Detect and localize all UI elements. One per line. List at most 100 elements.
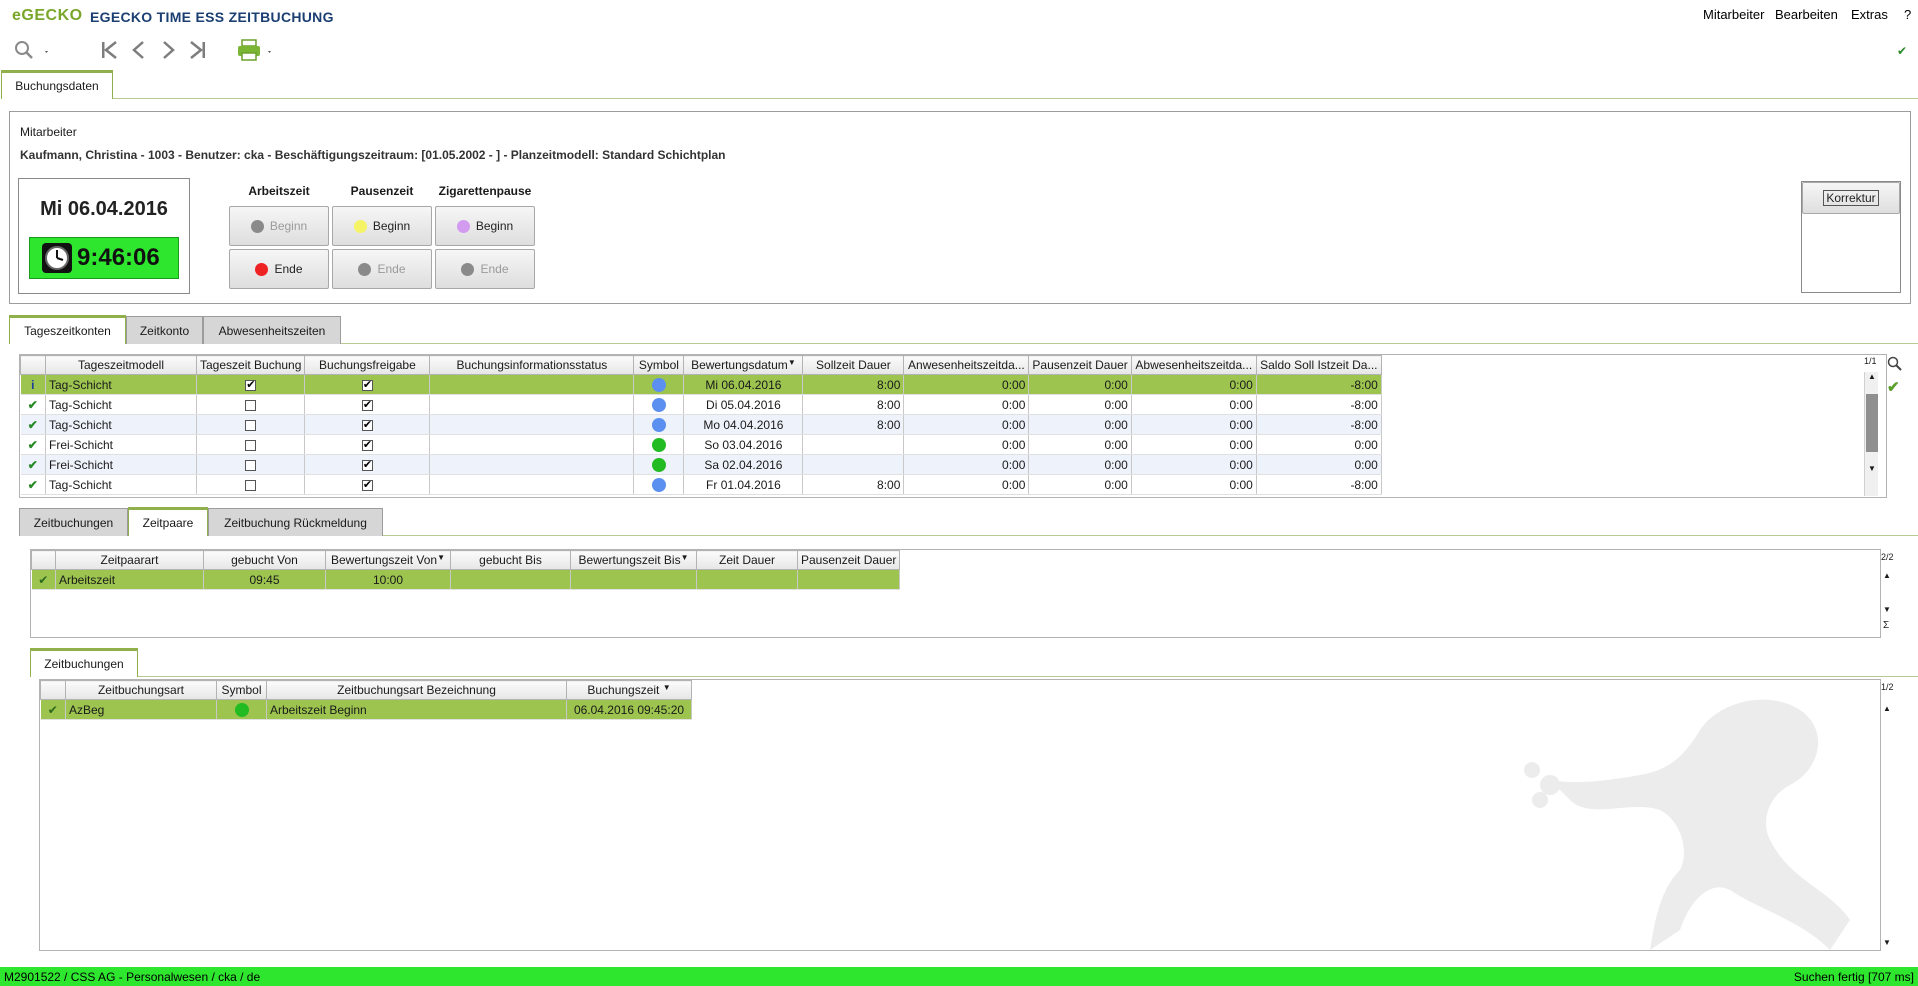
table-row[interactable]: ✔Frei-SchichtSa 02.04.20160:000:000:000:… <box>20 454 1382 475</box>
cell-tageszeit-buchung[interactable] <box>196 394 306 415</box>
tab-zeitbuchungen-detail[interactable]: Zeitbuchungen <box>30 648 138 677</box>
col-bewertungszeit-bis[interactable]: Bewertungszeit Bis▼ <box>570 550 697 570</box>
korrektur-button[interactable]: Korrektur <box>1802 182 1900 214</box>
sort-icon: ▼ <box>680 553 689 562</box>
tab-tageszeitkonten[interactable]: Tageszeitkonten <box>9 315 126 344</box>
table2-scroll-up-icon[interactable]: ▲ <box>1883 571 1891 580</box>
checkbox[interactable] <box>245 419 257 431</box>
previous-record-button[interactable] <box>131 40 147 60</box>
table1-confirm-icon[interactable]: ✔ <box>1887 378 1900 396</box>
cell-buchungsfreigabe[interactable] <box>304 454 431 475</box>
cell-buchungsfreigabe[interactable] <box>304 474 431 495</box>
table2-sum-icon[interactable]: Σ <box>1883 620 1889 631</box>
menu-help[interactable]: ? <box>1904 7 1911 22</box>
row-marker: ✔ <box>40 699 66 720</box>
yellow-dot-icon <box>353 219 367 233</box>
col-anwesenheitszeit[interactable]: Anwesenheitszeitda... <box>903 355 1030 375</box>
zigarettenpause-begin-button[interactable]: Beginn <box>435 206 535 246</box>
tab-buchungsdaten[interactable]: Buchungsdaten <box>1 70 113 99</box>
checkbox[interactable] <box>361 418 373 431</box>
table3-scroll-up-icon[interactable]: ▲ <box>1883 704 1891 713</box>
col-buchungszeit[interactable]: Buchungszeit ▼ <box>566 680 692 700</box>
table3-scroll-down-icon[interactable]: ▼ <box>1883 938 1891 947</box>
table1-search-button[interactable] <box>1887 356 1903 375</box>
tabs1-divider <box>341 343 1918 344</box>
table-row[interactable]: ✔ AzBeg Arbeitszeit Beginn 06.04.2016 09:45… <box>40 699 692 720</box>
cell-tageszeit-buchung[interactable] <box>196 474 306 495</box>
first-record-button[interactable] <box>100 40 118 60</box>
cell-saldo: -8:00 <box>1256 374 1382 395</box>
col-gebucht-bis[interactable]: gebucht Bis <box>450 550 571 570</box>
table-row[interactable]: ✔Tag-SchichtDi 05.04.20168:000:000:000:0… <box>20 394 1382 415</box>
cell-buchungsfreigabe[interactable] <box>304 394 431 415</box>
col-zeit-dauer[interactable]: Zeit Dauer <box>696 550 798 570</box>
cell-buchungsfreigabe[interactable] <box>304 374 431 395</box>
checkbox[interactable] <box>361 398 373 411</box>
cell-buchungsfreigabe[interactable] <box>304 414 431 435</box>
pausenzeit-end-button[interactable]: Ende <box>332 249 432 289</box>
col-gebucht-von[interactable]: gebucht Von <box>203 550 326 570</box>
table2-scroll-down-icon[interactable]: ▼ <box>1883 605 1891 614</box>
clock-date: Mi 06.04.2016 <box>40 198 168 220</box>
checkbox[interactable] <box>245 378 257 391</box>
last-record-button[interactable] <box>189 40 207 60</box>
print-button[interactable] <box>237 38 277 62</box>
gray-dot-icon <box>358 262 372 276</box>
scroll-thumb[interactable] <box>1866 394 1878 452</box>
arbeitszeit-end-button[interactable]: Ende <box>229 249 329 289</box>
checkbox[interactable] <box>361 478 373 491</box>
col-buchungsinformationsstatus[interactable]: Buchungsinformationsstatus <box>429 355 635 375</box>
col-zeitbuchungsart-bezeichnung[interactable]: Zeitbuchungsart Bezeichnung <box>266 680 567 700</box>
col-sollzeit-dauer[interactable]: Sollzeit Dauer <box>802 355 905 375</box>
col-pausenzeit-dauer[interactable]: Pausenzeit Dauer <box>796 550 901 570</box>
tabs2-divider <box>383 535 1918 536</box>
col-tageszeitmodell[interactable]: Tageszeitmodell <box>45 355 197 375</box>
cell-tageszeit-buchung[interactable] <box>196 414 306 435</box>
col-buchungsfreigabe[interactable]: Buchungsfreigabe <box>304 355 431 375</box>
next-record-button[interactable] <box>160 40 176 60</box>
tab-zeitbuchungen[interactable]: Zeitbuchungen <box>19 508 128 536</box>
checkbox[interactable] <box>245 439 257 451</box>
menu-bearbeiten[interactable]: Bearbeiten <box>1775 7 1838 22</box>
tab-zeitpaare[interactable]: Zeitpaare <box>128 507 208 536</box>
col-saldo[interactable]: Saldo Soll Istzeit Da... <box>1255 355 1382 375</box>
col-abwesenheitszeit[interactable]: Abwesenheitszeitda... <box>1130 355 1257 375</box>
checkbox[interactable] <box>361 458 373 471</box>
table-row[interactable]: ✔Frei-SchichtSo 03.04.20160:000:000:000:… <box>20 434 1382 455</box>
col-pausenzeit-dauer[interactable]: Pausenzeit Dauer <box>1028 355 1132 375</box>
table-row[interactable]: ✔Tag-SchichtMo 04.04.20168:000:000:000:0… <box>20 414 1382 435</box>
menu-extras[interactable]: Extras <box>1851 7 1888 22</box>
menu-mitarbeiter[interactable]: Mitarbeiter <box>1703 7 1764 22</box>
table-row[interactable]: ✔ Arbeitszeit 09:45 10:00 <box>31 569 901 590</box>
cell-tageszeit-buchung[interactable] <box>196 454 306 475</box>
cell-tageszeit-buchung[interactable] <box>196 374 306 395</box>
row-marker: ✔ <box>20 454 46 475</box>
table-row[interactable]: ✔Tag-SchichtFr 01.04.20168:000:000:000:0… <box>20 474 1382 495</box>
cell-buchungsfreigabe[interactable] <box>304 434 431 455</box>
zigarettenpause-end-button[interactable]: Ende <box>435 249 535 289</box>
tab-abwesenheitszeiten[interactable]: Abwesenheitszeiten <box>203 316 341 344</box>
search-dropdown-button[interactable] <box>12 38 52 62</box>
col-zeitpaarart[interactable]: Zeitpaarart <box>55 550 204 570</box>
checkbox[interactable] <box>245 459 257 471</box>
col-bewertungsdatum[interactable]: Bewertungsdatum▼ <box>683 355 804 375</box>
col-bewertungszeit-von[interactable]: Bewertungszeit Von▼ <box>325 550 451 570</box>
pausenzeit-begin-button[interactable]: Beginn <box>332 206 432 246</box>
tab-zeitbuchung-rueckmeldung[interactable]: Zeitbuchung Rückmeldung <box>208 508 383 536</box>
col-tageszeit-buchung[interactable]: Tageszeit Buchung <box>195 355 306 375</box>
arbeitszeit-begin-button[interactable]: Beginn <box>229 206 329 246</box>
scroll-up-icon[interactable]: ▲ <box>1868 372 1876 381</box>
tab-zeitkonto[interactable]: Zeitkonto <box>126 316 203 344</box>
checkbox[interactable] <box>245 479 257 491</box>
table1-scrollbar[interactable]: ▲ ▼ <box>1864 372 1878 496</box>
col-zeitbuchungsart[interactable]: Zeitbuchungsart <box>65 680 217 700</box>
col-symbol[interactable]: Symbol <box>633 355 685 375</box>
checkbox[interactable] <box>245 399 257 411</box>
checkbox[interactable] <box>361 378 373 391</box>
scroll-down-icon[interactable]: ▼ <box>1868 464 1876 473</box>
cell-tageszeit-buchung[interactable] <box>196 434 306 455</box>
cell-anwesenheitszeit: 0:00 <box>903 474 1030 495</box>
checkbox[interactable] <box>361 438 373 451</box>
table-row[interactable]: iTag-SchichtMi 06.04.20168:000:000:000:0… <box>20 374 1382 395</box>
col-symbol[interactable]: Symbol <box>216 680 267 700</box>
